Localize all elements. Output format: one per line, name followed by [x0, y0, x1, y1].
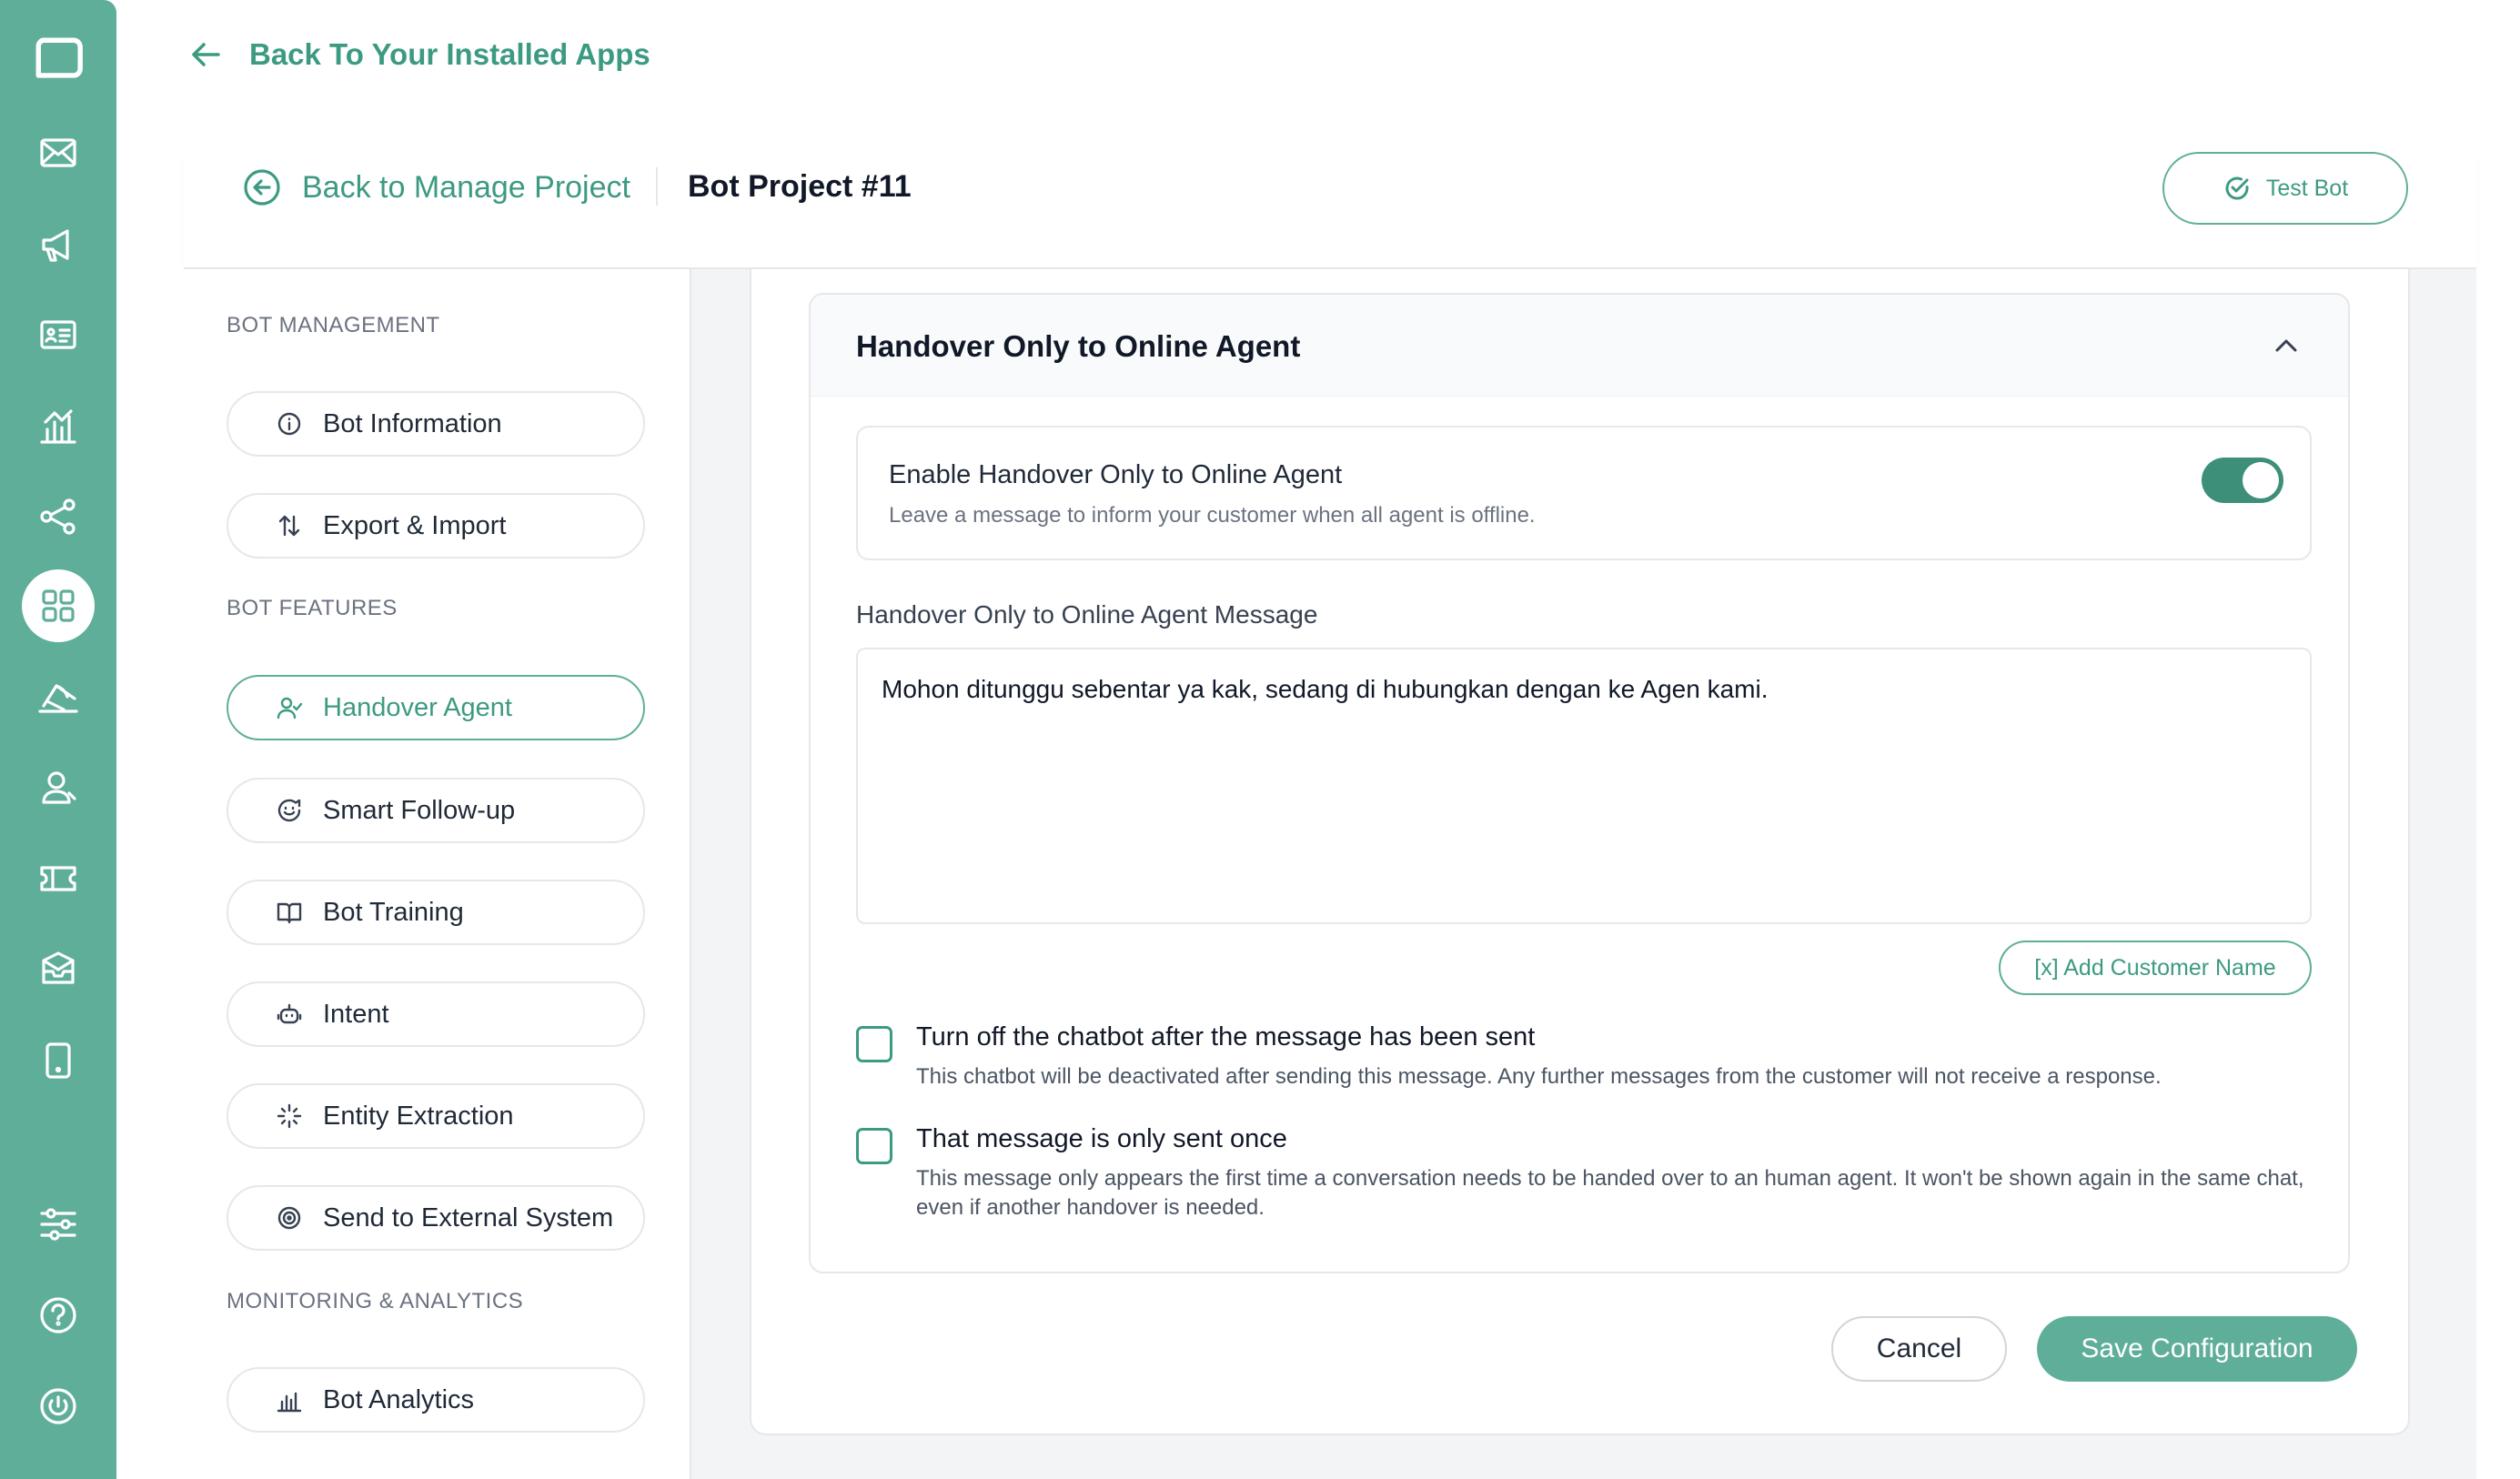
bar-chart-icon [277, 1392, 302, 1413]
enable-handover-box: Enable Handover Only to Online Agent Lea… [856, 426, 2312, 560]
panel-header[interactable]: Handover Only to Online Agent [811, 295, 2348, 397]
broadcast-icon[interactable] [22, 660, 95, 733]
chat-smile-icon [277, 799, 301, 822]
book-icon [277, 902, 302, 924]
project-header [184, 146, 2476, 269]
panel-title: Handover Only to Online Agent [856, 329, 1301, 363]
sidebar-item-bot-training[interactable]: Bot Training [227, 880, 645, 945]
sidebar-item-bot-analytics[interactable]: Bot Analytics [227, 1367, 645, 1433]
sidebar-item-label: Export & Import [323, 510, 507, 540]
sidebar-item-bot-information[interactable]: Bot Information [227, 391, 645, 457]
mail-icon[interactable] [22, 116, 95, 189]
sidebar-item-entity-extraction[interactable]: Entity Extraction [227, 1083, 645, 1149]
sidebar-item-export-import[interactable]: Export & Import [227, 493, 645, 558]
chevron-up-icon[interactable] [2268, 327, 2304, 364]
section-label-monitoring-analytics: MONITORING & ANALYTICS [227, 1289, 524, 1313]
logo-chat-icon[interactable] [22, 24, 95, 96]
target-icon [277, 1206, 301, 1230]
enable-handover-toggle[interactable] [2202, 458, 2283, 503]
contact-card-icon[interactable] [22, 298, 95, 371]
apps-grid-icon[interactable] [22, 569, 95, 642]
ticket-icon[interactable] [22, 842, 95, 915]
share-nodes-icon[interactable] [22, 480, 95, 553]
sidebar-item-handover-agent[interactable]: Handover Agent [227, 675, 645, 740]
arrow-left-icon [192, 43, 220, 66]
sidebar-item-send-to-external-system[interactable]: Send to External System [227, 1185, 645, 1251]
megaphone-icon[interactable] [22, 207, 95, 280]
back-to-manage-project-link[interactable]: Back to Manage Project [242, 167, 630, 207]
cancel-button[interactable]: Cancel [1831, 1316, 2007, 1382]
sidebar-item-label: Send to External System [323, 1202, 614, 1232]
enable-handover-description: Leave a message to inform your customer … [889, 503, 1536, 528]
sidebar-item-label: Bot Training [323, 897, 464, 927]
analytics-chart-icon[interactable] [22, 389, 95, 462]
back-to-installed-apps-label: Back To Your Installed Apps [249, 37, 650, 71]
settings-sliders-icon[interactable] [22, 1188, 95, 1261]
project-title: Bot Project #11 [688, 169, 912, 204]
message-field-label: Handover Only to Online Agent Message [856, 600, 1318, 629]
sidebar-item-label: Handover Agent [323, 692, 512, 722]
power-icon[interactable] [22, 1370, 95, 1443]
back-to-installed-apps-link[interactable]: Back To Your Installed Apps [187, 36, 650, 73]
sparkle-icon [277, 1103, 302, 1129]
option-description: This chatbot will be deactivated after s… [916, 1064, 2162, 1089]
add-customer-name-button[interactable]: [x] Add Customer Name [1999, 941, 2312, 995]
arrows-up-down-icon [278, 515, 300, 537]
option-title: That message is only sent once [916, 1124, 1287, 1153]
mobile-icon[interactable] [22, 1024, 95, 1097]
option-title: Turn off the chatbot after the message h… [916, 1022, 1536, 1051]
sidebar-item-smart-follow-up[interactable]: Smart Follow-up [227, 778, 645, 843]
inbox-icon[interactable] [22, 933, 95, 1006]
circle-arrow-left-icon [244, 169, 280, 206]
section-label-bot-management: BOT MANAGEMENT [227, 313, 440, 337]
handover-message-textarea[interactable] [856, 648, 2312, 924]
robot-icon [277, 1003, 302, 1024]
sidebar-item-label: Smart Follow-up [323, 795, 516, 825]
test-bot-button[interactable]: Test Bot [2162, 152, 2408, 225]
help-icon[interactable] [22, 1279, 95, 1352]
enable-handover-title: Enable Handover Only to Online Agent [889, 460, 1343, 489]
test-bot-label: Test Bot [2265, 175, 2349, 201]
header-divider [656, 167, 658, 206]
option-description: This message only appears the first time… [916, 1166, 2304, 1220]
app-rail [0, 0, 116, 1479]
user-check-icon [277, 697, 303, 719]
agent-user-icon[interactable] [22, 751, 95, 824]
sidebar-item-label: Bot Analytics [323, 1384, 475, 1414]
section-label-bot-features: BOT FEATURES [227, 596, 398, 620]
save-configuration-button[interactable]: Save Configuration [2037, 1316, 2357, 1382]
info-icon [277, 412, 301, 436]
sidebar-item-label: Bot Information [323, 408, 502, 438]
send-once-checkbox[interactable] [856, 1128, 892, 1164]
check-circle-icon [2225, 176, 2249, 200]
back-to-manage-project-label: Back to Manage Project [302, 169, 630, 205]
sidebar-item-intent[interactable]: Intent [227, 981, 645, 1047]
turn-off-chatbot-checkbox[interactable] [856, 1026, 892, 1062]
sidebar-item-label: Entity Extraction [323, 1101, 514, 1131]
sidebar-item-label: Intent [323, 999, 389, 1029]
